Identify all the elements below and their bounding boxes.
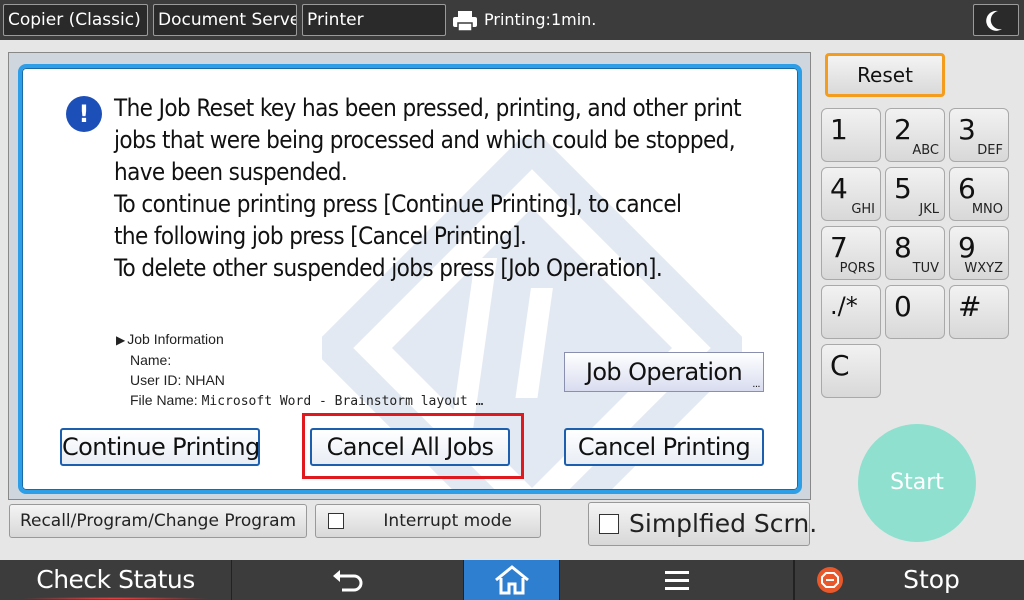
simplified-label: Simplfied Scrn. bbox=[629, 509, 818, 538]
key-letters: GHI bbox=[851, 202, 875, 217]
energy-saver-button[interactable] bbox=[973, 4, 1019, 36]
key-digit: 6 bbox=[958, 172, 976, 205]
key-2[interactable]: 2 ABC bbox=[885, 108, 945, 162]
home-button[interactable] bbox=[464, 560, 560, 600]
key-digit: 9 bbox=[958, 231, 976, 264]
simplified-screen-button[interactable]: Simplfied Scrn. bbox=[588, 502, 817, 546]
key-digit: 1 bbox=[830, 113, 848, 146]
key-0[interactable]: 0 bbox=[885, 285, 945, 339]
message-line: To delete other suspended jobs press [Jo… bbox=[114, 254, 663, 282]
key-digit: # bbox=[958, 290, 982, 323]
stop-button[interactable]: Stop bbox=[794, 560, 1024, 600]
key-digit: 8 bbox=[894, 231, 912, 264]
highlight-box bbox=[302, 413, 524, 479]
key-letters: TUV bbox=[912, 261, 939, 276]
cancel-printing-button[interactable]: Cancel Printing bbox=[564, 428, 764, 466]
moon-icon bbox=[986, 10, 1002, 31]
job-operation-label: Job Operation bbox=[585, 358, 743, 386]
recall-program-button[interactable]: Recall/Program/Change Program bbox=[9, 504, 307, 538]
key-digit: 2 bbox=[894, 113, 912, 146]
job-user-id: User ID: NHAN bbox=[130, 372, 225, 388]
key-1[interactable]: 1 bbox=[821, 108, 881, 162]
key-6[interactable]: 6 MNO bbox=[949, 167, 1009, 221]
key-7[interactable]: 7 PQRS bbox=[821, 226, 881, 280]
key-3[interactable]: 3 DEF bbox=[949, 108, 1009, 162]
file-name-label: File Name: bbox=[130, 392, 198, 408]
message-line: the following job press [Cancel Printing… bbox=[114, 222, 527, 250]
tab-printer[interactable]: Printer bbox=[302, 4, 446, 36]
job-file-name: File Name: Microsoft Word - Brainstorm l… bbox=[116, 390, 483, 412]
key-digit: 0 bbox=[894, 290, 912, 323]
continue-printing-button[interactable]: Continue Printing bbox=[60, 428, 260, 466]
reset-button[interactable]: Reset bbox=[825, 53, 945, 97]
interrupt-mode-button[interactable]: Interrupt mode bbox=[315, 504, 541, 538]
job-information: Job Information Name: User ID: NHAN File… bbox=[116, 329, 483, 412]
key-letters: MNO bbox=[971, 202, 1003, 217]
dialog-message: The Job Reset key has been pressed, prin… bbox=[114, 92, 784, 284]
bottom-bar: Check Status Stop bbox=[0, 560, 1024, 600]
interrupt-checkbox[interactable] bbox=[328, 513, 344, 529]
tab-document-server[interactable]: Document Server bbox=[153, 4, 297, 36]
key-letters: DEF bbox=[977, 143, 1003, 158]
key-clear[interactable]: C bbox=[821, 344, 881, 398]
printing-status-text: Printing:1min. bbox=[484, 10, 597, 29]
stop-icon bbox=[817, 567, 843, 593]
key-digit: 5 bbox=[894, 172, 912, 205]
file-name-value: Microsoft Word - Brainstorm layout … bbox=[201, 394, 484, 409]
job-operation-button[interactable]: Job Operation ... bbox=[564, 352, 764, 392]
key-digit: 3 bbox=[958, 113, 976, 146]
exclamation-icon: ! bbox=[66, 96, 102, 132]
key-digit: ./* bbox=[830, 292, 858, 320]
tab-copier-classic[interactable]: Copier (Classic) bbox=[3, 4, 148, 36]
key-9[interactable]: 9 WXYZ bbox=[949, 226, 1009, 280]
simplified-checkbox[interactable] bbox=[599, 513, 619, 534]
key-digit: 4 bbox=[830, 172, 848, 205]
key-hash[interactable]: # bbox=[949, 285, 1009, 339]
key-dot-star[interactable]: ./* bbox=[821, 285, 881, 339]
key-5[interactable]: 5 JKL bbox=[885, 167, 945, 221]
printing-status: Printing:1min. bbox=[452, 4, 596, 36]
home-icon bbox=[494, 565, 529, 595]
interrupt-label: Interrupt mode bbox=[383, 511, 512, 531]
back-arrow-icon bbox=[332, 570, 362, 592]
key-4[interactable]: 4 GHI bbox=[821, 167, 881, 221]
menu-icon bbox=[664, 571, 689, 590]
top-bar: Copier (Classic) Document Server Printer… bbox=[0, 0, 1024, 40]
key-letters: WXYZ bbox=[964, 261, 1003, 276]
start-button[interactable]: Start bbox=[858, 424, 976, 542]
check-status-button[interactable]: Check Status bbox=[0, 560, 232, 600]
job-info-header: Job Information bbox=[116, 329, 483, 350]
stop-label: Stop bbox=[903, 565, 960, 594]
printer-icon bbox=[453, 10, 477, 32]
key-letters: ABC bbox=[912, 143, 939, 158]
key-8[interactable]: 8 TUV bbox=[885, 226, 945, 280]
key-letters: PQRS bbox=[839, 261, 875, 276]
message-line: To continue printing press [Continue Pri… bbox=[114, 190, 682, 218]
message-line: The Job Reset key has been pressed, prin… bbox=[114, 94, 742, 122]
job-name: Name: bbox=[130, 352, 172, 368]
back-button[interactable] bbox=[232, 560, 464, 600]
key-digit: 7 bbox=[830, 231, 848, 264]
menu-button[interactable] bbox=[560, 560, 794, 600]
key-digit: C bbox=[830, 349, 850, 382]
key-letters: JKL bbox=[919, 202, 939, 217]
more-icon: ... bbox=[752, 379, 760, 390]
message-line: have been suspended. bbox=[114, 158, 348, 186]
message-line: jobs that were being processed and which… bbox=[114, 126, 736, 154]
